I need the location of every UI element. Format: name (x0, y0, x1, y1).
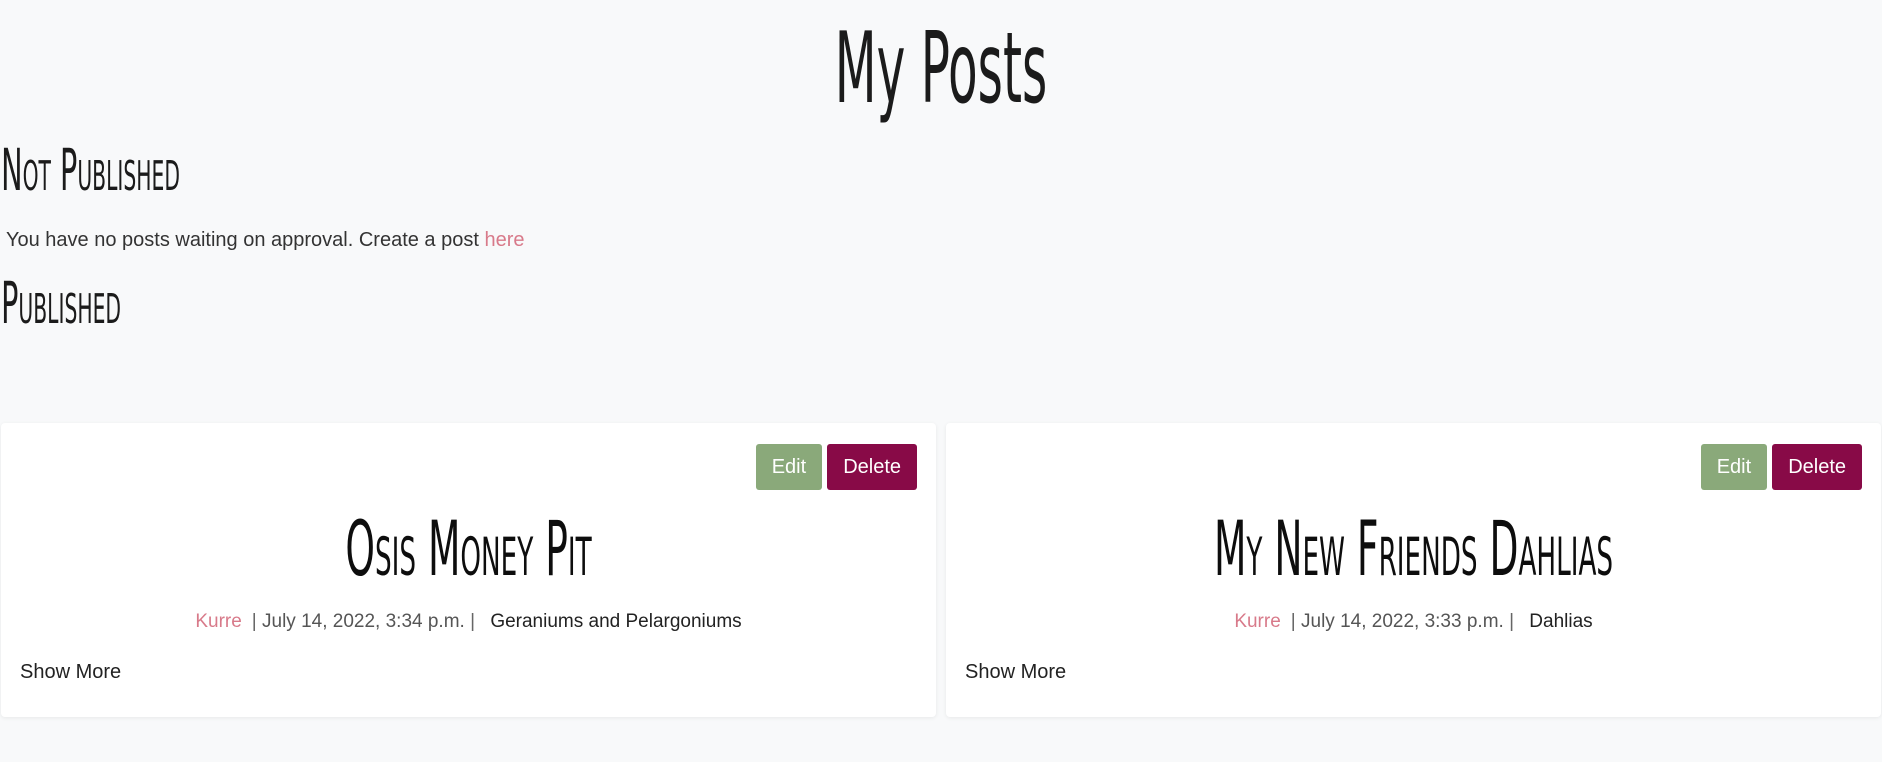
meta-separator: | (1290, 611, 1296, 632)
post-meta: Kurre | July 14, 2022, 3:33 p.m. | Dahlia… (946, 611, 1881, 633)
published-heading: Published (1, 268, 122, 337)
post-card: Edit Delete Osis Money Pit Kurre | July 1… (1, 423, 936, 717)
post-category: Geraniums and Pelargoniums (490, 611, 742, 632)
delete-button[interactable]: Delete (827, 444, 917, 490)
post-meta: Kurre | July 14, 2022, 3:34 p.m. | Gerani… (1, 611, 936, 633)
edit-button[interactable]: Edit (755, 444, 823, 490)
meta-separator: | (1509, 611, 1515, 632)
not-published-heading: Not Published (1, 135, 180, 204)
post-actions: Edit Delete (1700, 444, 1862, 490)
create-post-link[interactable]: here (484, 229, 524, 251)
post-author[interactable]: Kurre (1234, 611, 1280, 632)
post-date: July 14, 2022, 3:33 p.m. (1301, 611, 1504, 632)
post-card: Edit Delete My New Friends Dahlias Kurre… (946, 423, 1881, 717)
meta-separator: | (251, 611, 257, 632)
empty-message: You have no posts waiting on approval. C… (6, 229, 1882, 252)
post-title[interactable]: My New Friends Dahlias (1156, 503, 1670, 594)
post-author[interactable]: Kurre (195, 611, 241, 632)
page-title: My Posts (834, 12, 1048, 126)
meta-separator: | (470, 611, 476, 632)
post-actions: Edit Delete (755, 444, 917, 490)
show-more-button[interactable]: Show More (965, 661, 1066, 684)
empty-message-text: You have no posts waiting on approval. C… (6, 228, 479, 251)
show-more-button[interactable]: Show More (20, 661, 121, 684)
delete-button[interactable]: Delete (1772, 444, 1862, 490)
published-posts-list: Edit Delete Osis Money Pit Kurre | July 1… (0, 423, 1882, 717)
post-category: Dahlias (1529, 611, 1593, 632)
post-title[interactable]: Osis Money Pit (211, 503, 725, 594)
post-date: July 14, 2022, 3:34 p.m. (262, 611, 465, 632)
edit-button[interactable]: Edit (1700, 444, 1768, 490)
